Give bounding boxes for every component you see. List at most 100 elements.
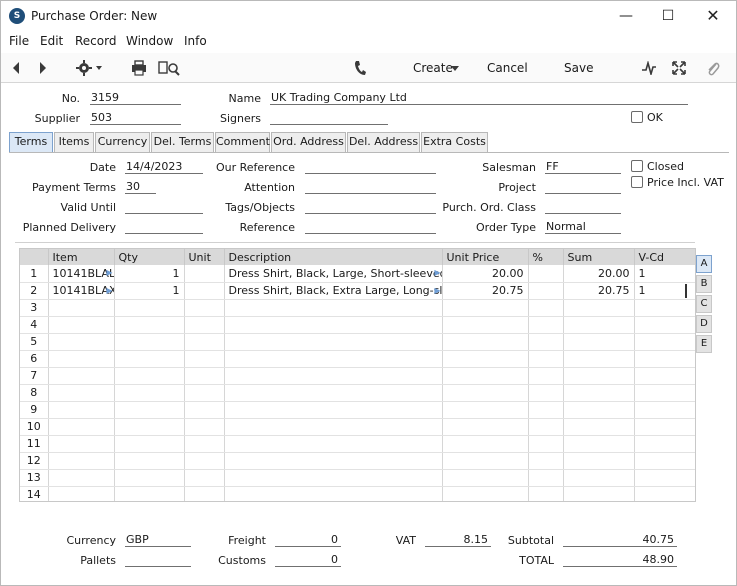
percent-cell[interactable] xyxy=(528,367,564,385)
paste-arrow-icon[interactable]: ▶ xyxy=(434,268,440,277)
unit-price-cell[interactable] xyxy=(442,435,529,453)
item-cell[interactable] xyxy=(48,316,115,334)
tab-del-terms[interactable]: Del. Terms xyxy=(151,132,214,152)
tab-ord-address[interactable]: Ord. Address xyxy=(271,132,346,152)
table-row[interactable]: 3 xyxy=(20,299,695,317)
tags-objects-field[interactable] xyxy=(305,200,436,214)
menu-record[interactable]: Record xyxy=(75,34,116,48)
description-cell[interactable]: Dress Shirt, Black, Large, Short-sleeved… xyxy=(224,265,443,283)
qty-cell[interactable] xyxy=(114,350,185,368)
description-cell[interactable] xyxy=(224,367,443,385)
percent-cell[interactable] xyxy=(528,265,564,283)
unit-price-cell[interactable] xyxy=(442,367,529,385)
sum-cell[interactable] xyxy=(563,418,635,436)
vat-code-cell[interactable] xyxy=(634,469,695,487)
unit-cell[interactable] xyxy=(184,265,225,283)
item-cell[interactable] xyxy=(48,350,115,368)
unit-price-cell[interactable] xyxy=(442,384,529,402)
menu-file[interactable]: File xyxy=(9,34,29,48)
unit-price-cell[interactable] xyxy=(442,486,529,501)
minimize-icon[interactable]: — xyxy=(611,5,641,27)
supplier-field[interactable]: 503 xyxy=(90,111,181,125)
purch-ord-class-field[interactable] xyxy=(545,200,621,214)
currency-field[interactable]: GBP xyxy=(125,533,191,547)
next-record-icon[interactable] xyxy=(38,61,48,75)
print-icon[interactable] xyxy=(131,60,147,76)
date-field[interactable]: 14/4/2023 xyxy=(125,160,203,174)
sum-cell[interactable] xyxy=(563,299,635,317)
percent-cell[interactable] xyxy=(528,435,564,453)
vat-code-cell[interactable] xyxy=(634,299,695,317)
qty-cell[interactable] xyxy=(114,469,185,487)
side-tab-d[interactable]: D xyxy=(696,315,712,333)
unit-price-cell[interactable] xyxy=(442,401,529,419)
sum-cell[interactable] xyxy=(563,367,635,385)
table-row[interactable]: 13 xyxy=(20,469,695,487)
description-cell[interactable] xyxy=(224,469,443,487)
table-row[interactable]: 2 10141BLAX ▶ 1 Dress Shirt, Black, Extra La… xyxy=(20,282,695,300)
table-row[interactable]: 7 xyxy=(20,367,695,385)
unit-cell[interactable] xyxy=(184,418,225,436)
items-grid[interactable]: Item Qty Unit Description Unit Price% Sum V-Cd… xyxy=(19,248,696,502)
vat-code-cell[interactable] xyxy=(634,316,695,334)
unit-cell[interactable] xyxy=(184,299,225,317)
percent-cell[interactable] xyxy=(528,486,564,501)
percent-cell[interactable] xyxy=(528,384,564,402)
unit-price-cell[interactable]: 20.00 xyxy=(442,265,529,283)
qty-cell[interactable] xyxy=(114,316,185,334)
description-cell[interactable] xyxy=(224,452,443,470)
unit-price-cell[interactable] xyxy=(442,350,529,368)
create-button[interactable]: Create xyxy=(413,61,453,75)
description-cell[interactable] xyxy=(224,333,443,351)
unit-price-cell[interactable] xyxy=(442,299,529,317)
price-incl-vat-checkbox[interactable] xyxy=(631,176,643,188)
item-cell[interactable] xyxy=(48,367,115,385)
unit-price-cell[interactable] xyxy=(442,333,529,351)
description-cell[interactable]: Dress Shirt, Black, Extra Large, Long-sl… xyxy=(224,282,443,300)
table-row[interactable]: 1 10141BLAL ▶ 1 Dress Shirt, Black, Large, S… xyxy=(20,265,695,283)
percent-cell[interactable] xyxy=(528,316,564,334)
qty-cell[interactable] xyxy=(114,452,185,470)
vat-code-cell[interactable] xyxy=(634,418,695,436)
qty-cell[interactable] xyxy=(114,333,185,351)
valid-until-field[interactable] xyxy=(125,200,203,214)
side-tab-a[interactable]: A xyxy=(696,255,712,273)
item-cell[interactable] xyxy=(48,299,115,317)
percent-cell[interactable] xyxy=(528,401,564,419)
sum-cell[interactable] xyxy=(563,452,635,470)
salesman-field[interactable]: FF xyxy=(545,160,621,174)
description-cell[interactable] xyxy=(224,316,443,334)
item-cell[interactable] xyxy=(48,418,115,436)
sum-cell[interactable]: 20.00 xyxy=(563,265,635,283)
sum-cell[interactable] xyxy=(563,333,635,351)
vat-code-cell[interactable] xyxy=(634,435,695,453)
close-icon[interactable]: ✕ xyxy=(698,5,728,27)
description-cell[interactable] xyxy=(224,486,443,501)
table-row[interactable]: 9 xyxy=(20,401,695,419)
percent-cell[interactable] xyxy=(528,282,564,300)
percent-cell[interactable] xyxy=(528,350,564,368)
qty-cell[interactable] xyxy=(114,384,185,402)
chevron-down-icon[interactable] xyxy=(451,66,460,72)
vat-code-cell[interactable] xyxy=(634,367,695,385)
paste-arrow-icon[interactable]: ▶ xyxy=(106,268,112,277)
table-row[interactable]: 12 xyxy=(20,452,695,470)
percent-cell[interactable] xyxy=(528,418,564,436)
tab-currency[interactable]: Currency xyxy=(95,132,150,152)
expand-icon[interactable] xyxy=(672,61,686,75)
unit-cell[interactable] xyxy=(184,452,225,470)
sum-cell[interactable]: 20.75 xyxy=(563,282,635,300)
qty-cell[interactable] xyxy=(114,418,185,436)
our-reference-field[interactable] xyxy=(305,160,436,174)
previous-record-icon[interactable] xyxy=(11,61,21,75)
table-row[interactable]: 14 xyxy=(20,486,695,501)
percent-cell[interactable] xyxy=(528,452,564,470)
unit-cell[interactable] xyxy=(184,486,225,501)
item-cell[interactable]: 10141BLAX ▶ xyxy=(48,282,115,300)
qty-cell[interactable] xyxy=(114,486,185,501)
paste-arrow-icon[interactable]: ▶ xyxy=(106,286,112,295)
table-row[interactable]: 4 xyxy=(20,316,695,334)
item-cell[interactable] xyxy=(48,384,115,402)
item-cell[interactable] xyxy=(48,333,115,351)
closed-checkbox[interactable] xyxy=(631,160,643,172)
